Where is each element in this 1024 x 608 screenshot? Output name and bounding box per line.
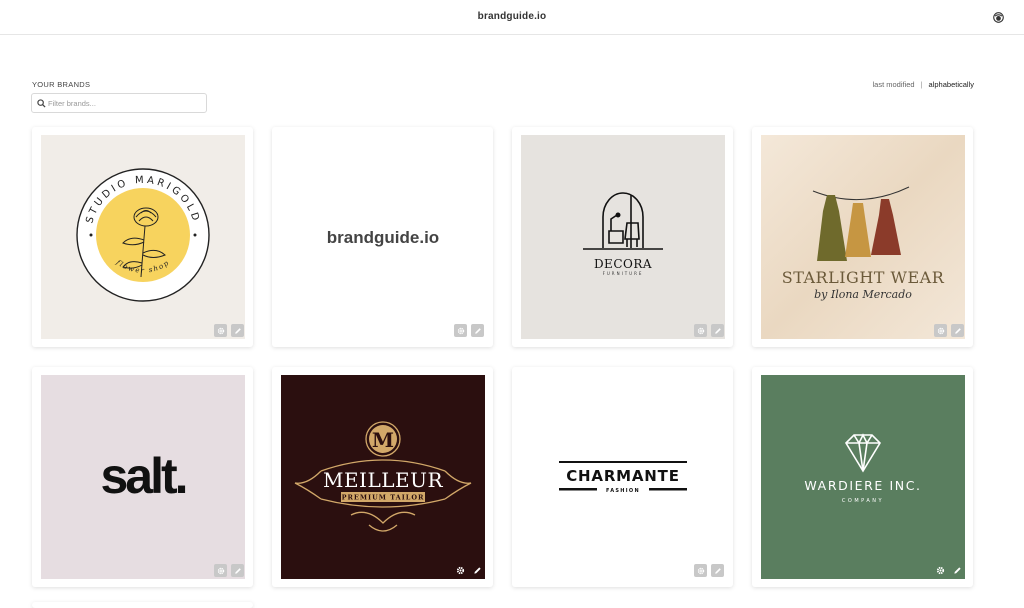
decora-logo: DECORA FURNITURE: [583, 192, 663, 276]
logo-text: CHARMANTE: [566, 467, 680, 485]
settings-button[interactable]: [214, 324, 227, 337]
section-title: YOUR BRANDS: [32, 80, 91, 89]
meilleur-logo: M MEILLEUR PREMIUM TAILOR: [294, 421, 472, 532]
starlight-wear-logo: STARLIGHT WEAR by Ilona Mercado: [782, 186, 945, 301]
settings-button[interactable]: [454, 324, 467, 337]
logo-subtext: PREMIUM TAILOR: [342, 494, 425, 502]
gear-icon: [697, 567, 704, 574]
gear-icon: [217, 567, 224, 574]
brandguide-logo-text: brandguide.io: [326, 228, 440, 247]
brand-logo-thumbnail[interactable]: STUDIO MARIGOLD flower shop: [41, 135, 245, 339]
logo-subtext: FASHION: [606, 488, 640, 494]
logo-text: DECORA: [594, 257, 652, 271]
brand-card-meilleur[interactable]: M MEILLEUR PREMIUM TAILOR: [272, 367, 493, 587]
edit-button[interactable]: [951, 564, 964, 577]
logo-text: MEILLEUR: [323, 468, 443, 492]
brand-card-brandguide[interactable]: brandguide.io: [272, 127, 493, 347]
brand-card-wardiere[interactable]: WARDIERE INC. COMPANY: [752, 367, 973, 587]
gear-icon: [457, 327, 464, 334]
sort-separator: |: [920, 80, 923, 89]
pencil-icon: [714, 327, 721, 334]
brand-card-charmante[interactable]: CHARMANTE FASHION: [512, 367, 733, 587]
logo-subtext: FURNITURE: [603, 271, 644, 276]
gear-icon: [936, 566, 945, 575]
settings-button[interactable]: [934, 564, 947, 577]
edit-button[interactable]: [711, 564, 724, 577]
logo-subtext: COMPANY: [842, 498, 884, 504]
app-title[interactable]: brandguide.io: [0, 11, 1024, 22]
search-icon: [37, 99, 46, 108]
brand-logo-thumbnail[interactable]: STARLIGHT WEAR by Ilona Mercado: [761, 135, 965, 339]
logo-text: STARLIGHT WEAR: [782, 268, 945, 287]
sort-alphabetically-link[interactable]: alphabetically: [929, 80, 974, 89]
pencil-icon: [954, 567, 961, 574]
pencil-icon: [474, 327, 481, 334]
pencil-icon: [954, 327, 961, 334]
pencil-icon: [474, 567, 481, 574]
brand-card-starlight-wear[interactable]: STARLIGHT WEAR by Ilona Mercado: [752, 127, 973, 347]
search-input[interactable]: [48, 97, 198, 110]
sort-controls: last modified | alphabetically: [872, 80, 974, 89]
edit-button[interactable]: [231, 564, 244, 577]
gear-icon: [937, 327, 944, 334]
pencil-icon: [234, 327, 241, 334]
logo-initial: M: [372, 428, 394, 452]
brand-card-partial[interactable]: [32, 602, 253, 608]
wardiere-logo: WARDIERE INC. COMPANY: [804, 433, 921, 504]
brand-logo-thumbnail[interactable]: salt.: [41, 375, 245, 579]
search-box[interactable]: [31, 93, 207, 113]
brand-logo-thumbnail[interactable]: M MEILLEUR PREMIUM TAILOR: [281, 375, 485, 579]
settings-button[interactable]: [934, 324, 947, 337]
sort-last-modified-link[interactable]: last modified: [872, 80, 914, 89]
gear-icon: [456, 566, 465, 575]
brand-logo-thumbnail[interactable]: brandguide.io: [281, 135, 485, 339]
salt-logo-text: salt.: [100, 448, 188, 504]
settings-button[interactable]: [214, 564, 227, 577]
user-avatar-icon[interactable]: [993, 12, 1004, 23]
brand-card-studio-marigold[interactable]: STUDIO MARIGOLD flower shop: [32, 127, 253, 347]
pencil-icon: [714, 567, 721, 574]
settings-button[interactable]: [454, 564, 467, 577]
gear-icon: [217, 327, 224, 334]
edit-button[interactable]: [471, 324, 484, 337]
edit-button[interactable]: [231, 324, 244, 337]
pencil-icon: [234, 567, 241, 574]
edit-button[interactable]: [711, 324, 724, 337]
charmante-logo: CHARMANTE FASHION: [559, 461, 687, 494]
brand-card-decora[interactable]: DECORA FURNITURE: [512, 127, 733, 347]
edit-button[interactable]: [471, 564, 484, 577]
gear-icon: [697, 327, 704, 334]
studio-marigold-logo: STUDIO MARIGOLD flower shop: [76, 168, 210, 302]
edit-button[interactable]: [951, 324, 964, 337]
settings-button[interactable]: [694, 564, 707, 577]
brand-card-salt[interactable]: salt.: [32, 367, 253, 587]
brand-logo-thumbnail[interactable]: CHARMANTE FASHION: [521, 375, 725, 579]
top-bar: brandguide.io: [0, 0, 1024, 35]
brand-logo-thumbnail[interactable]: WARDIERE INC. COMPANY: [761, 375, 965, 579]
logo-subtext: by Ilona Mercado: [814, 288, 912, 301]
brand-logo-thumbnail[interactable]: DECORA FURNITURE: [521, 135, 725, 339]
settings-button[interactable]: [694, 324, 707, 337]
logo-text: WARDIERE INC.: [804, 478, 921, 493]
